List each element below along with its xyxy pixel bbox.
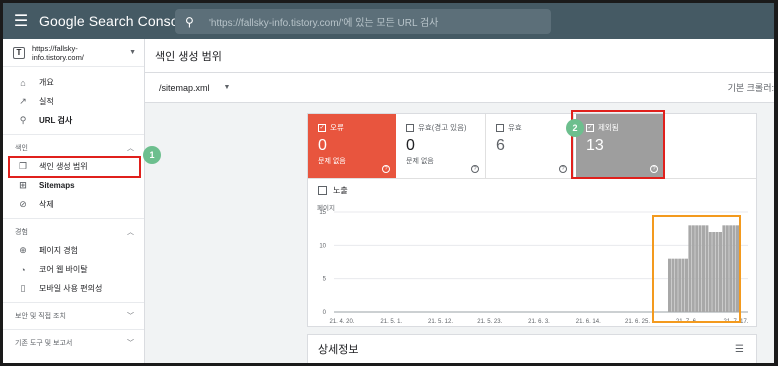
x-tick-label: 21. 5. 23.	[477, 319, 502, 325]
sitemap-icon: ⊞	[19, 180, 27, 190]
checkbox-icon	[496, 123, 504, 132]
primary-crawler-label: 기본 크롤러:	[727, 83, 774, 93]
impressions-label: 노출	[333, 186, 348, 195]
details-panel: 상세정보 ☰	[307, 334, 757, 363]
tile-label: 유효	[508, 123, 522, 132]
annotation-badge-2: 2	[566, 119, 584, 137]
sidebar-item-mobile-usability[interactable]: ▯ 모바일 사용 편의성	[3, 279, 144, 298]
sidebar-item-label: 페이지 경험	[39, 246, 79, 255]
tile-value: 6	[496, 137, 505, 154]
sidebar-item-removals[interactable]: ⊘ 삭제	[3, 195, 144, 214]
y-tick-label: 10	[319, 243, 326, 249]
x-tick-label: 21. 6. 3.	[528, 319, 550, 325]
sidebar-item-core-web-vitals[interactable]: ◔ 코어 웹 바이탈	[3, 260, 144, 279]
section-label: 색인	[15, 145, 28, 152]
tile-error[interactable]: ✓ 오류 0 문제 없음 ?	[308, 114, 396, 178]
app-brand[interactable]: Google Search Console	[39, 13, 190, 29]
chevron-up-icon: ︿	[127, 229, 134, 236]
checkbox-icon	[406, 123, 414, 132]
url-inspect-search[interactable]: ⚲ 'https://fallsky-info.tistory.com/'에 있…	[175, 9, 551, 34]
impressions-toggle[interactable]: 노출	[318, 185, 348, 196]
checkbox-checked-icon: ✓	[318, 123, 326, 132]
property-selector[interactable]: T https://fallsky-info.tistory.com/ ▼	[3, 39, 144, 67]
home-icon: ⌂	[20, 77, 26, 88]
sidebar-item-label: 모바일 사용 편의성	[39, 284, 103, 293]
help-icon[interactable]: ?	[382, 165, 390, 173]
property-name: https://fallsky-info.tistory.com/	[31, 43, 84, 62]
sidebar-item-label: URL 검사	[39, 116, 73, 125]
tile-label: 오류	[330, 123, 344, 132]
sidebar-item-label: 코어 웹 바이탈	[39, 265, 88, 274]
speed-icon: ◔	[20, 264, 26, 275]
sidebar-item-label: Sitemaps	[39, 181, 75, 190]
trending-icon: ↗	[19, 96, 27, 106]
x-tick-label: 21. 4. 20.	[329, 319, 354, 325]
details-title: 상세정보	[318, 344, 359, 356]
y-tick-label: 0	[323, 310, 327, 316]
sidebar-item-sitemaps[interactable]: ⊞ Sitemaps	[3, 176, 144, 195]
chevron-down-icon: ﹀	[127, 340, 134, 347]
section-label: 보안 및 직접 조치	[15, 313, 66, 320]
page-title: 색인 생성 범위	[145, 39, 774, 73]
highlight-box-coverage	[8, 156, 141, 178]
checkbox-icon	[318, 186, 327, 195]
search-placeholder: 'https://fallsky-info.tistory.com/'에 있는 …	[209, 18, 439, 29]
chevron-up-icon: ︿	[127, 145, 134, 152]
chevron-down-icon: ﹀	[127, 313, 134, 320]
top-bar: ☰ Google Search Console ⚲ 'https://falls…	[3, 3, 774, 39]
x-tick-label: 21. 5. 1.	[380, 319, 402, 325]
sitemap-filter-bar: /sitemap.xml ▼ 기본 크롤러:	[145, 73, 774, 103]
help-icon[interactable]: ?	[471, 165, 479, 173]
annotation-badge-1: 1	[143, 146, 161, 164]
section-legacy[interactable]: 기존 도구 및 보고서 ﹀	[3, 334, 144, 352]
menu-icon[interactable]: ☰	[3, 3, 39, 39]
sidebar-item-page-experience[interactable]: ⊕ 페이지 경험	[3, 241, 144, 260]
sidebar-item-label: 개요	[39, 78, 54, 87]
sidebar-item-performance[interactable]: ↗ 실적	[3, 92, 144, 111]
chevron-down-icon[interactable]: ▼	[224, 84, 231, 91]
tile-valid[interactable]: 유효 6 ?	[486, 114, 574, 178]
divider	[3, 134, 144, 135]
sidebar: T https://fallsky-info.tistory.com/ ▼ ⌂ …	[3, 39, 145, 363]
divider	[3, 329, 144, 330]
tile-value: 0	[406, 137, 415, 154]
sitemap-select[interactable]: /sitemap.xml	[159, 83, 210, 93]
highlight-box-excluded	[571, 110, 665, 179]
chevron-down-icon: ▼	[129, 49, 136, 56]
sidebar-item-url-inspection[interactable]: ⚲ URL 검사	[3, 111, 144, 130]
x-tick-label: 21. 6. 25.	[625, 319, 650, 325]
sidebar-item-label: 삭제	[39, 200, 54, 209]
section-index[interactable]: 색인 ︿	[3, 139, 144, 157]
section-label: 기존 도구 및 보고서	[15, 340, 73, 347]
sidebar-item-overview[interactable]: ⌂ 개요	[3, 73, 144, 92]
tile-value: 0	[318, 137, 327, 154]
property-icon: T	[13, 46, 25, 59]
x-tick-label: 21. 6. 14.	[576, 319, 601, 325]
tile-sub: 문제 없음	[318, 158, 346, 165]
sidebar-item-label: 실적	[39, 97, 54, 106]
tile-sub: 문제 없음	[406, 158, 434, 165]
x-tick-label: 21. 5. 12.	[428, 319, 453, 325]
removal-icon: ⊘	[19, 199, 27, 209]
page-experience-icon: ⊕	[19, 245, 27, 255]
app-frame: ☰ Google Search Console ⚲ 'https://falls…	[3, 3, 774, 363]
section-experience[interactable]: 경험 ︿	[3, 223, 144, 241]
divider	[3, 302, 144, 303]
section-label: 경험	[15, 229, 28, 236]
divider	[3, 218, 144, 219]
tile-label: 유효(경고 있음)	[418, 123, 467, 132]
phone-icon: ▯	[20, 283, 26, 293]
section-security[interactable]: 보안 및 직접 조치 ﹀	[3, 307, 144, 325]
highlight-box-bars	[652, 215, 741, 323]
help-icon[interactable]: ?	[559, 165, 567, 173]
search-icon: ⚲	[19, 115, 27, 125]
y-tick-label: 15	[319, 210, 326, 216]
filter-icon[interactable]: ☰	[735, 344, 744, 355]
search-icon: ⚲	[185, 14, 194, 29]
tile-valid-warning[interactable]: 유효(경고 있음) 0 문제 없음 ?	[396, 114, 486, 178]
y-tick-label: 5	[323, 277, 327, 283]
